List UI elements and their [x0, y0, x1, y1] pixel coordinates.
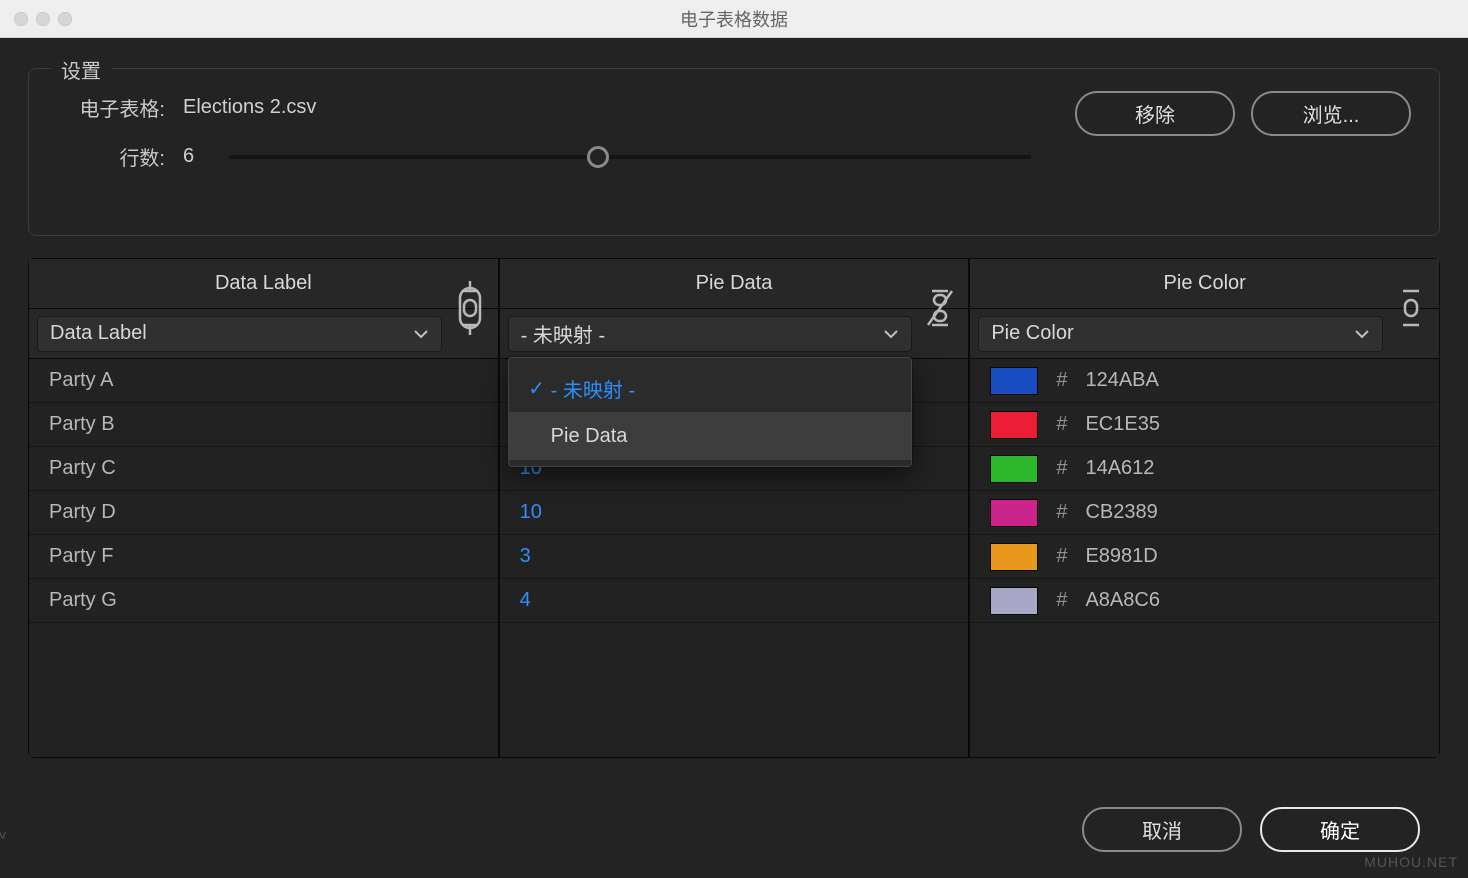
hash-symbol: # [1056, 545, 1067, 568]
column-data-label: Data Label Data Label Party A Party B Part… [29, 259, 498, 757]
label-cell: Party D [49, 501, 116, 524]
color-swatch [990, 411, 1038, 439]
color-swatch [990, 367, 1038, 395]
column-header: Data Label [29, 259, 498, 309]
close-icon[interactable] [14, 12, 28, 26]
data-grid: Data Label Data Label Party A Party B Part… [28, 258, 1440, 758]
chevron-down-icon [1354, 326, 1370, 342]
column-pie-data: Pie Data - 未映射 - 101034 ✓ - 未映射 - Pie Da… [500, 259, 969, 757]
label-cell: Party G [49, 589, 117, 612]
spreadsheet-label: 电子表格: [57, 93, 165, 122]
hash-symbol: # [1056, 589, 1067, 612]
menu-item-pie-data[interactable]: Pie Data [509, 412, 912, 460]
hash-symbol: # [1056, 457, 1067, 480]
watermark: MUHOU.NET [1364, 854, 1458, 870]
color-swatch [990, 499, 1038, 527]
hash-symbol: # [1056, 369, 1067, 392]
mapping-select-pie-data[interactable]: - 未映射 - [508, 316, 913, 352]
data-cell: 10 [520, 501, 542, 524]
column-header: Pie Data [500, 259, 969, 309]
dialog-footer: 取消 确定 [1082, 807, 1420, 852]
table-row[interactable]: 4 [500, 579, 969, 623]
table-row[interactable]: Party B [29, 403, 498, 447]
color-swatch [990, 455, 1038, 483]
table-row[interactable]: #14A612 [970, 447, 1439, 491]
mapping-dropdown-menu: ✓ - 未映射 - Pie Data [508, 357, 913, 467]
hex-value: CB2389 [1085, 501, 1157, 524]
data-cell: 3 [520, 545, 531, 568]
table-row[interactable]: Party F [29, 535, 498, 579]
table-row[interactable]: Party G [29, 579, 498, 623]
data-cell: 4 [520, 589, 531, 612]
mapping-select-pie-color[interactable]: Pie Color [978, 316, 1383, 352]
window-controls [14, 12, 72, 26]
maximize-icon[interactable] [58, 12, 72, 26]
table-row[interactable]: Party A [29, 359, 498, 403]
table-row[interactable]: # E8981D [970, 535, 1439, 579]
link-broken-icon[interactable] [920, 269, 960, 347]
hex-value: EC1E35 [1085, 413, 1160, 436]
table-row[interactable]: # CB2389 [970, 491, 1439, 535]
check-icon: ✓ [523, 376, 551, 401]
settings-panel: 设置 电子表格: Elections 2.csv 行数: 6 移除 浏览... [28, 68, 1440, 236]
rows-value: 6 [183, 145, 219, 168]
hex-value: E8981D [1085, 545, 1157, 568]
mapping-select-data-label[interactable]: Data Label [37, 316, 442, 352]
hex-value: 14A612 [1085, 457, 1154, 480]
ok-button[interactable]: 确定 [1260, 807, 1420, 852]
label-cell: Party B [49, 413, 115, 436]
hex-value: 124ABA [1085, 369, 1158, 392]
column-header: Pie Color [970, 259, 1439, 309]
cancel-button[interactable]: 取消 [1082, 807, 1242, 852]
color-swatch [990, 543, 1038, 571]
label-cell: Party C [49, 457, 116, 480]
column-pie-color: Pie Color Pie Color #124ABA#EC1E35#14A61… [970, 259, 1439, 757]
titlebar: 电子表格数据 [0, 0, 1468, 38]
table-row[interactable]: #124ABA [970, 359, 1439, 403]
color-swatch [990, 587, 1038, 615]
chevron-down-icon [413, 326, 429, 342]
link-icon[interactable] [450, 269, 490, 347]
settings-legend: 设置 [51, 55, 111, 84]
table-row[interactable]: Party D [29, 491, 498, 535]
table-row[interactable]: 10 [500, 491, 969, 535]
rows-slider[interactable] [229, 155, 1031, 159]
rows-label: 行数: [57, 142, 165, 171]
label-cell: Party F [49, 545, 113, 568]
slider-thumb[interactable] [587, 146, 609, 168]
window-title: 电子表格数据 [0, 6, 1468, 32]
spreadsheet-filename: Elections 2.csv [183, 96, 316, 119]
chevron-down-icon [883, 326, 899, 342]
mapping-selected-text: Data Label [50, 322, 147, 345]
mapping-selected-text: - 未映射 - [521, 319, 605, 348]
minimize-icon[interactable] [36, 12, 50, 26]
mapping-selected-text: Pie Color [991, 322, 1073, 345]
left-accent: > [0, 822, 6, 848]
hash-symbol: # [1056, 501, 1067, 524]
menu-item-label: Pie Data [551, 425, 628, 448]
table-row[interactable]: Party C [29, 447, 498, 491]
hex-value: A8A8C6 [1085, 589, 1160, 612]
browse-button[interactable]: 浏览... [1251, 91, 1411, 136]
link-icon[interactable] [1391, 269, 1431, 347]
menu-item-label: - 未映射 - [551, 374, 635, 403]
table-row[interactable]: # EC1E35 [970, 403, 1439, 447]
remove-button[interactable]: 移除 [1075, 91, 1235, 136]
menu-item-unmapped[interactable]: ✓ - 未映射 - [509, 364, 912, 412]
hash-symbol: # [1056, 413, 1067, 436]
label-cell: Party A [49, 369, 113, 392]
table-row[interactable]: 3 [500, 535, 969, 579]
table-row[interactable]: # A8A8C6 [970, 579, 1439, 623]
